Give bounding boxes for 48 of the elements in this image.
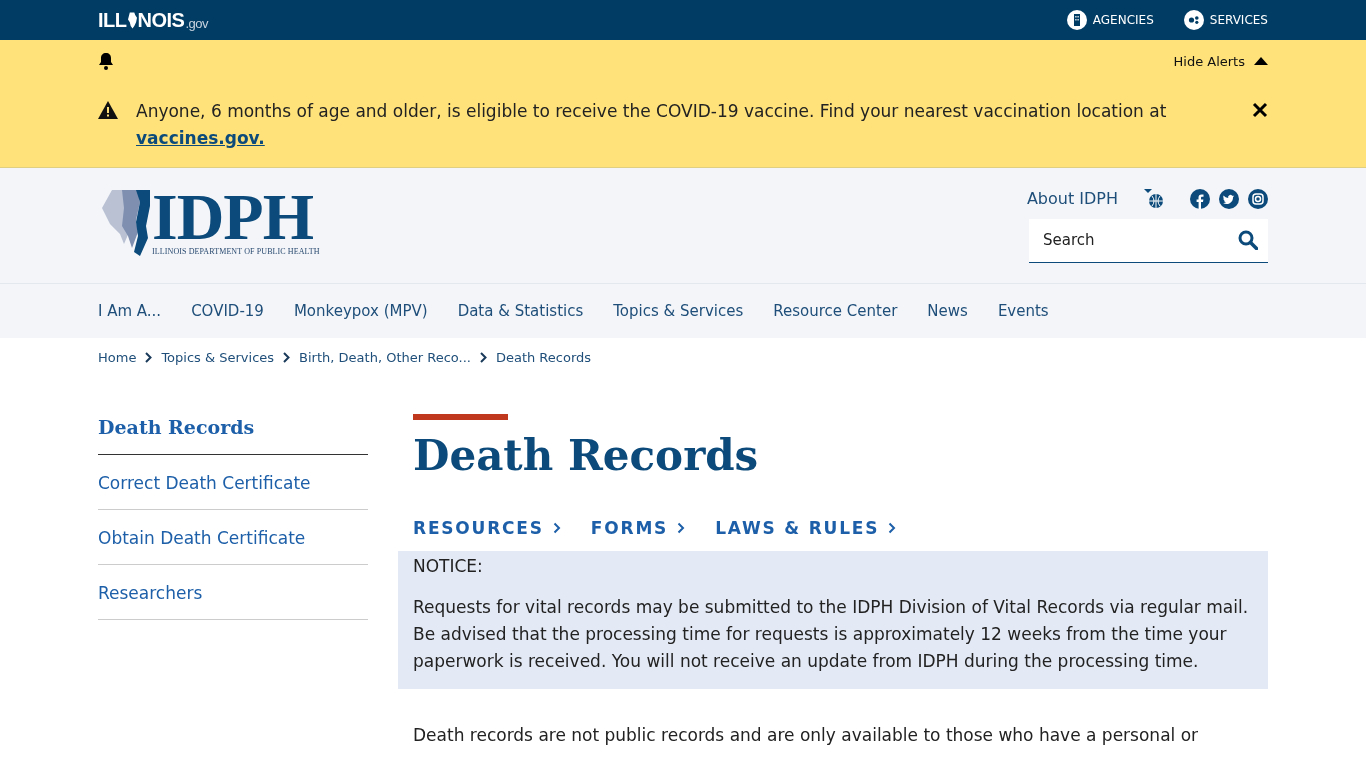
nav-item[interactable]: Topics & Services: [613, 302, 744, 320]
body-text: Death records are not public records and are only available to those who have a personal or: [413, 724, 1200, 747]
chevron-icon: [479, 351, 487, 363]
bell-icon: [98, 52, 114, 70]
chevron-icon: [283, 351, 291, 363]
illinois-logo[interactable]: ILL NOIS.gov: [98, 10, 208, 30]
sidebar-item[interactable]: Researchers: [98, 565, 368, 620]
breadcrumb-link[interactable]: Topics & Services: [161, 349, 275, 365]
about-link[interactable]: About IDPH: [1026, 189, 1118, 208]
breadcrumb-link[interactable]: Birth, Death, Other Reco...: [299, 349, 471, 365]
nav-item[interactable]: I Am A...: [98, 302, 162, 320]
page-title: Death Records: [413, 430, 760, 482]
caret-up-icon: [1254, 57, 1268, 65]
nav-item[interactable]: Events: [997, 302, 1049, 320]
sidebar-item[interactable]: Obtain Death Certificate: [98, 510, 368, 565]
breadcrumb-link[interactable]: Home: [98, 349, 137, 365]
breadcrumb-link[interactable]: Death Records: [495, 349, 592, 365]
chevron-icon: [888, 521, 897, 534]
services-link[interactable]: SERVICES: [1183, 10, 1268, 30]
chevron-icon: [552, 521, 561, 534]
globe-icon[interactable]: [1144, 188, 1164, 209]
nav-item[interactable]: Resource Center: [773, 302, 898, 320]
hide-alerts-button[interactable]: Hide Alerts: [1173, 53, 1268, 69]
quick-link[interactable]: LAWS & RULES: [715, 517, 897, 538]
chevron-icon: [145, 351, 153, 363]
vaccines-link[interactable]: vaccines.gov.: [136, 128, 265, 148]
notice-heading: NOTICE:: [413, 555, 484, 578]
sidebar-item[interactable]: Correct Death Certificate: [98, 455, 368, 510]
sidebar-title[interactable]: Death Records: [98, 408, 368, 455]
chevron-icon: [677, 521, 686, 534]
search-icon[interactable]: [1238, 229, 1258, 250]
nav-item[interactable]: COVID-19: [191, 302, 264, 320]
gears-icon: [1183, 10, 1204, 30]
nav-item[interactable]: Monkeypox (MPV): [293, 302, 428, 320]
alert-message: Anyone, 6 months of age and older, is eligible to receive the COVID-19 vaccine. Find your nearest vaccination location at vaccines.gov.: [136, 100, 1168, 150]
agencies-link[interactable]: AGENCIES: [1066, 10, 1154, 30]
nav-item[interactable]: Data & Statistics: [457, 302, 584, 320]
facebook-icon[interactable]: [1190, 188, 1210, 209]
quick-link[interactable]: RESOURCES: [413, 517, 561, 538]
building-icon: [1066, 10, 1087, 30]
close-icon[interactable]: [1252, 102, 1268, 118]
quick-link[interactable]: FORMS: [590, 517, 686, 538]
search-field[interactable]: Search: [1029, 218, 1268, 263]
nav-item[interactable]: News: [927, 302, 968, 320]
notice-text: Requests for vital records may be submitted to the IDPH Division of Vital Records via regular mail. Be advised that the processing time for requests is approximately 12 weeks from the time your paperwork is received. You will not receive an update from IDPH during the processing time.: [413, 596, 1250, 673]
warning-icon: [98, 101, 118, 119]
instagram-icon[interactable]: [1248, 188, 1268, 209]
twitter-icon[interactable]: [1219, 188, 1239, 209]
